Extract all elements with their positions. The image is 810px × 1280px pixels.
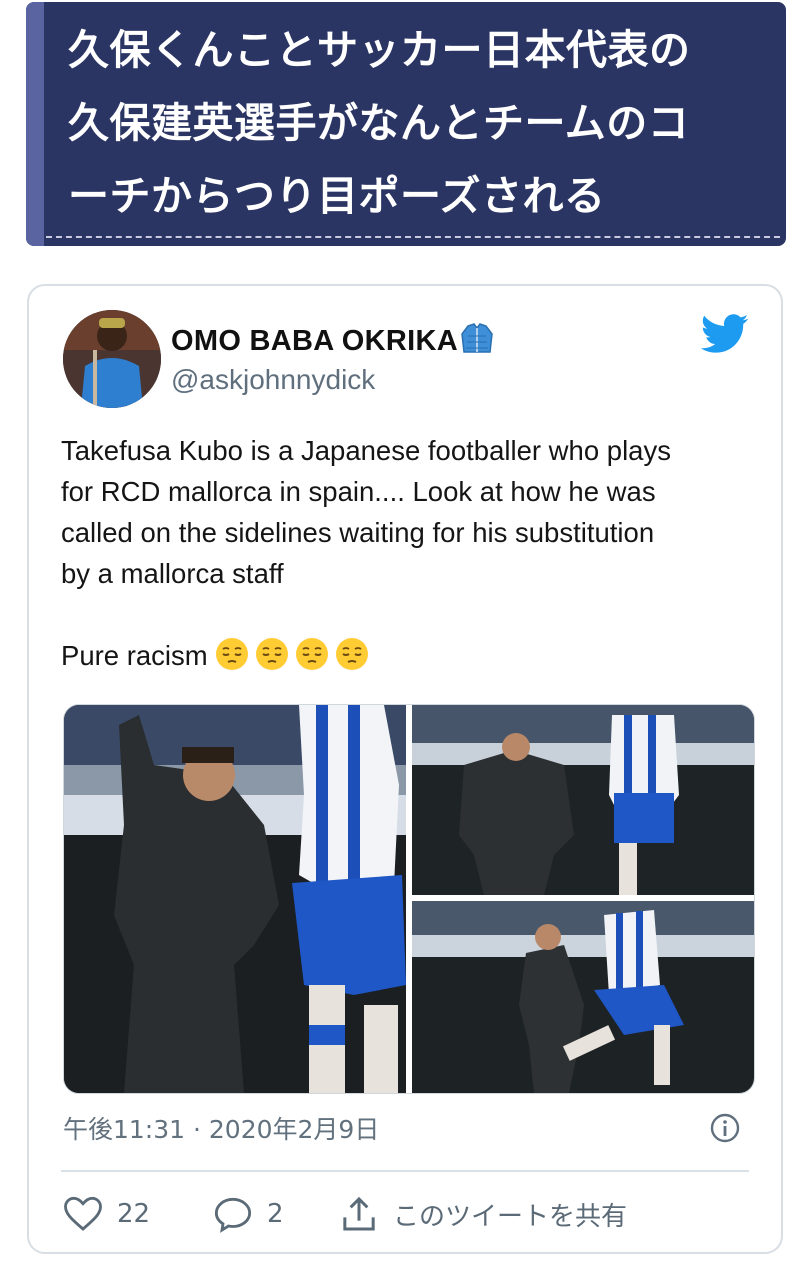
pensive-face-emoji-icon [335, 637, 369, 671]
heart-icon [64, 1196, 102, 1231]
tweet-text-line: by a mallorca staff [61, 558, 284, 589]
tweet-text-line: for RCD mallorca in spain.... Look at ho… [61, 476, 656, 507]
tweet-text-line: called on the sidelines waiting for his … [61, 517, 655, 548]
tweet-author-name[interactable]: OMO BABA OKRIKA [171, 322, 494, 362]
tweet-closing-text: Pure racism [61, 640, 208, 671]
share-icon [343, 1196, 375, 1231]
jacket-emoji-icon [460, 322, 494, 362]
tweet-body: Takefusa Kubo is a Japanese footballer w… [61, 430, 761, 676]
tweet-text-line: Takefusa Kubo is a Japanese footballer w… [61, 435, 671, 466]
photo-large[interactable] [64, 705, 406, 1093]
like-button[interactable]: 22 [63, 1192, 150, 1236]
article-title-line: ーチからつり目ポーズされる [68, 172, 606, 220]
emoji-row [215, 637, 375, 671]
article-title-banner: 久保くんことサッカー日本代表の 久保建英選手がなんとチームのコ ーチからつり目ポ… [26, 2, 786, 246]
divider [61, 1170, 749, 1172]
embedded-tweet-card[interactable]: OMO BABA OKRIKA @askjohnnydick Takefusa … [27, 284, 783, 1254]
photo-bottom-right[interactable] [412, 901, 754, 1093]
pensive-face-emoji-icon [255, 637, 289, 671]
pensive-face-emoji-icon [295, 637, 329, 671]
tweet-closing-line: Pure racism [61, 635, 761, 676]
photo-top-right[interactable] [412, 705, 754, 895]
share-label: このツイートを共有 [393, 1201, 628, 1232]
article-title-line: 久保建英選手がなんとチームのコ [68, 99, 690, 147]
tweet-author-handle[interactable]: @askjohnnydick [171, 364, 375, 396]
display-name: OMO BABA OKRIKA [171, 325, 458, 357]
avatar[interactable] [63, 310, 161, 408]
reply-count: 2 [267, 1199, 284, 1229]
banner-dashed-divider [46, 236, 780, 238]
reply-button[interactable]: 2 [213, 1192, 284, 1236]
tweet-actions: 22 2 このツイートを共有 [63, 1192, 753, 1236]
pensive-face-emoji-icon [215, 637, 249, 671]
twitter-bird-icon[interactable] [701, 314, 749, 354]
info-icon[interactable] [709, 1112, 741, 1144]
tweet-photos[interactable] [64, 705, 754, 1093]
article-title-line: 久保くんことサッカー日本代表の [68, 26, 691, 74]
article-title: 久保くんことサッカー日本代表の 久保建英選手がなんとチームのコ ーチからつり目ポ… [68, 14, 756, 233]
reply-bubble-icon [214, 1197, 252, 1233]
tweet-media-grid[interactable] [63, 704, 755, 1094]
like-count: 22 [117, 1199, 151, 1229]
banner-accent-bar [26, 2, 44, 246]
tweet-timestamp[interactable]: 午後11:31 · 2020年2月9日 [63, 1110, 379, 1146]
share-button[interactable]: このツイートを共有 [339, 1192, 627, 1236]
